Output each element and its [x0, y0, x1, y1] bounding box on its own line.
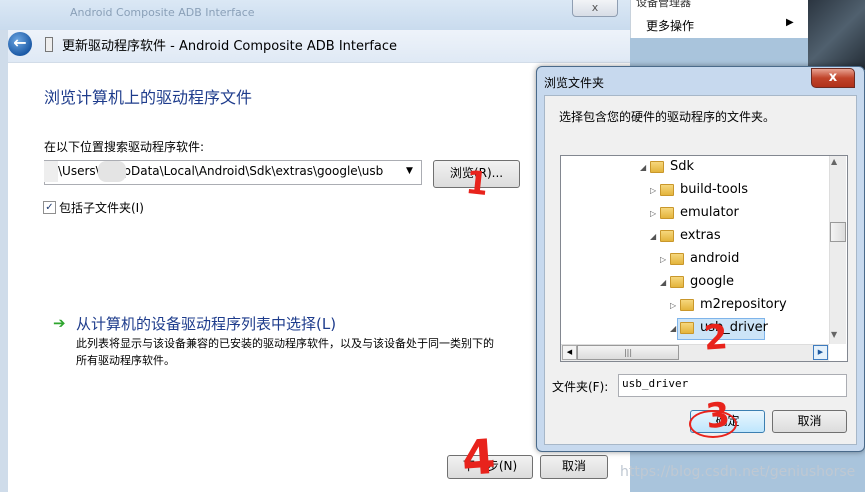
pick-description-line2: 所有驱动程序软件。	[76, 354, 175, 367]
background-panel-title: 设备管理器	[636, 0, 691, 9]
collapsed-triangle-icon[interactable]: ▷	[650, 186, 656, 195]
background-window-edge	[0, 30, 8, 492]
tree-item-m2repository[interactable]: m2repository	[700, 297, 787, 312]
annotation-step-2: 2	[702, 317, 730, 359]
wizard-cancel-button[interactable]: 取消	[540, 455, 608, 479]
dialog-title: 浏览文件夹	[544, 76, 605, 90]
folder-icon	[660, 184, 674, 196]
folder-icon	[680, 322, 694, 334]
vertical-scroll-thumb[interactable]	[830, 222, 846, 242]
expanded-triangle-icon[interactable]: ◢	[670, 324, 676, 333]
back-button[interactable]: ←	[8, 32, 32, 56]
more-actions-item[interactable]: 更多操作	[646, 17, 694, 34]
folder-field-value[interactable]: usb_driver	[622, 377, 688, 390]
include-subfolders-label[interactable]: 包括子文件夹(I)	[59, 199, 144, 216]
background-desktop	[808, 0, 865, 70]
device-icon	[45, 37, 53, 52]
folder-icon	[680, 299, 694, 311]
tree-item-sdk[interactable]: Sdk	[670, 159, 694, 174]
collapsed-triangle-icon[interactable]: ▷	[650, 209, 656, 218]
folder-icon	[670, 276, 684, 288]
folder-icon	[650, 161, 664, 173]
background-breadcrumb: Android Composite ADB Interface	[70, 6, 255, 19]
dialog-prompt: 选择包含您的硬件的驱动程序的文件夹。	[559, 110, 776, 124]
background-close-button[interactable]: x	[572, 0, 618, 17]
folder-icon	[670, 253, 684, 265]
folder-field-label: 文件夹(F):	[552, 380, 609, 394]
green-arrow-icon[interactable]: ➔	[53, 314, 66, 332]
expanded-triangle-icon[interactable]: ◢	[650, 232, 656, 241]
expanded-triangle-icon[interactable]: ◢	[640, 163, 646, 172]
scroll-right-icon[interactable]: ▶	[813, 345, 828, 360]
tree-vertical-scrollbar[interactable]	[829, 156, 846, 344]
tree-item-extras[interactable]: extras	[680, 228, 721, 243]
tree-item-emulator[interactable]: emulator	[680, 205, 739, 220]
collapsed-triangle-icon[interactable]: ▷	[670, 301, 676, 310]
scroll-up-icon[interactable]: ▲	[831, 157, 837, 166]
folder-icon	[660, 207, 674, 219]
dropdown-arrow-icon[interactable]: ▼	[406, 166, 413, 176]
scroll-left-icon[interactable]: ◀	[562, 345, 577, 360]
dialog-close-button[interactable]: x	[811, 68, 855, 88]
expanded-triangle-icon[interactable]: ◢	[660, 278, 666, 287]
tree-item-google[interactable]: google	[690, 274, 734, 289]
scroll-down-icon[interactable]: ▼	[831, 330, 837, 339]
page-heading: 浏览计算机上的驱动程序文件	[44, 88, 253, 107]
include-subfolders-checkbox[interactable]: ✓	[43, 201, 56, 214]
pick-from-list-link[interactable]: 从计算机的设备驱动程序列表中选择(L)	[76, 313, 336, 334]
collapsed-triangle-icon[interactable]: ▷	[660, 255, 666, 264]
annotation-step-4: 4	[460, 428, 498, 488]
dialog-cancel-button[interactable]: 取消	[772, 410, 847, 433]
tree-item-android[interactable]: android	[690, 251, 739, 266]
redacted-region	[98, 161, 126, 182]
horizontal-scroll-thumb[interactable]: |||	[577, 345, 679, 360]
watermark: https://blog.csdn.net/geniushorse	[620, 464, 856, 480]
submenu-arrow-icon: ▶	[786, 17, 794, 28]
folder-icon	[660, 230, 674, 242]
annotation-step-1: 1	[464, 162, 491, 204]
wizard-title: 更新驱动程序软件 - Android Composite ADB Interfa…	[62, 39, 398, 54]
tree-item-build-tools[interactable]: build-tools	[680, 182, 748, 197]
pick-description-line1: 此列表将显示与该设备兼容的已安装的驱动程序软件，以及与该设备处于同一类别下的	[76, 337, 494, 350]
annotation-circle	[689, 410, 737, 438]
search-location-label: 在以下位置搜索驱动程序软件:	[44, 140, 205, 154]
redacted-region	[44, 161, 58, 182]
